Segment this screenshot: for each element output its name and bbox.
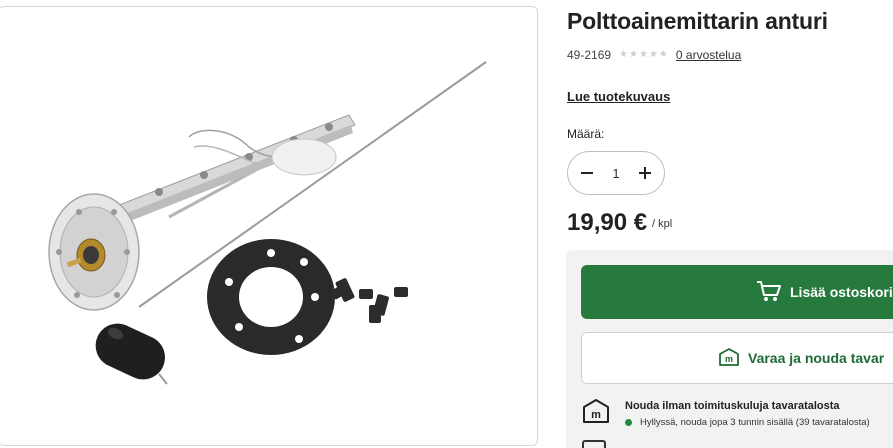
cart-icon xyxy=(756,280,790,305)
pickup-title: Nouda ilman toimituskuluja tavaratalosta xyxy=(625,400,840,412)
svg-text:m: m xyxy=(725,354,733,364)
product-image[interactable] xyxy=(0,6,538,446)
price-amount: 19,90 € xyxy=(567,209,648,236)
delivery-icon xyxy=(582,440,606,448)
stock-status-text: Hyllyssä, nouda jopa 3 tunnin sisällä (3… xyxy=(640,417,870,428)
star-icon: ★ xyxy=(619,49,629,60)
reserve-label: Varaa ja nouda tavar xyxy=(748,350,885,366)
quantity-value[interactable]: 1 xyxy=(612,166,619,181)
star-icon: ★ xyxy=(638,49,648,60)
product-sku: 49-2169 xyxy=(567,48,612,62)
read-description-link[interactable]: Lue tuotekuvaus xyxy=(567,89,670,104)
star-icon: ★ xyxy=(658,49,668,60)
star-icon: ★ xyxy=(629,49,638,60)
star-icon: ★ xyxy=(648,49,658,60)
store-m-icon: m xyxy=(718,347,740,370)
fuel-sensor-illustration xyxy=(48,61,487,385)
rating-stars: ★ ★ ★ ★ ★ xyxy=(619,49,669,61)
plus-icon[interactable] xyxy=(632,160,658,186)
price-unit: / kpl xyxy=(652,218,673,230)
product-title: Polttoainemittarin anturi xyxy=(567,8,828,34)
add-to-cart-label: Lisää ostoskori xyxy=(790,284,893,300)
svg-text:m: m xyxy=(591,409,601,421)
store-m-icon: m xyxy=(582,398,610,429)
add-to-cart-button[interactable]: Lisää ostoskori xyxy=(581,265,893,319)
quantity-stepper: 1 xyxy=(567,151,665,195)
reviews-link[interactable]: 0 arvostelua xyxy=(676,48,741,62)
minus-icon[interactable] xyxy=(574,160,600,186)
product-meta: 49-2169 ★ ★ ★ ★ ★ 0 arvostelua xyxy=(567,48,741,62)
stock-status: Hyllyssä, nouda jopa 3 tunnin sisällä (3… xyxy=(625,417,870,428)
reserve-pickup-button[interactable]: m Varaa ja nouda tavar xyxy=(581,332,893,384)
in-stock-dot-icon xyxy=(625,419,632,426)
quantity-label: Määrä: xyxy=(567,127,605,141)
